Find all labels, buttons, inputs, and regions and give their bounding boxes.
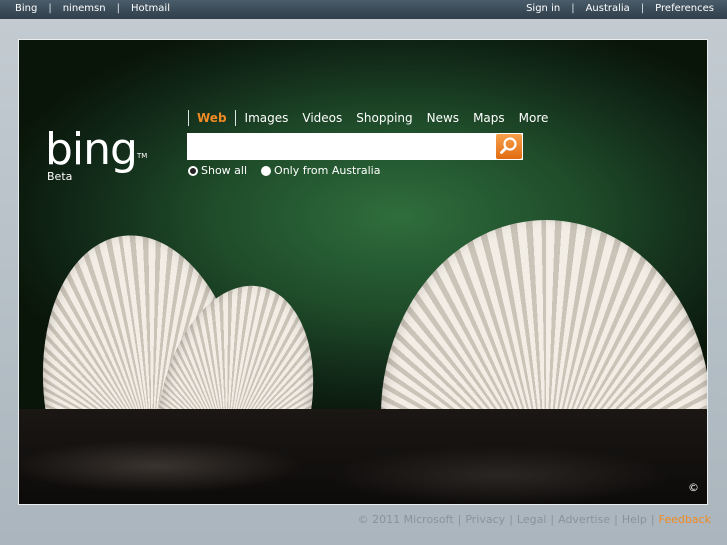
separator: | xyxy=(640,3,645,14)
separator: | xyxy=(614,513,618,526)
search-nav: Web Images Videos Shopping News Maps Mor… xyxy=(188,110,562,126)
ninemsn-link[interactable]: ninemsn xyxy=(63,3,106,14)
radio-show-all[interactable]: Show all xyxy=(188,164,247,177)
separator: | xyxy=(650,513,655,526)
top-left-links: Bing | ninemsn | Hotmail xyxy=(15,3,170,14)
tab-news[interactable]: News xyxy=(427,111,459,125)
feedback-link[interactable]: Feedback xyxy=(659,513,711,526)
trademark: TM xyxy=(136,152,148,160)
image-credit-icon[interactable]: © xyxy=(688,481,699,494)
separator: | xyxy=(116,3,120,14)
privacy-link[interactable]: Privacy xyxy=(465,513,505,526)
legal-link[interactable]: Legal xyxy=(517,513,546,526)
search-button[interactable] xyxy=(496,134,522,159)
separator: | xyxy=(48,3,52,14)
radio-label: Only from Australia xyxy=(274,164,381,177)
bing-link[interactable]: Bing xyxy=(15,3,37,14)
sign-in-link[interactable]: Sign in xyxy=(526,3,560,14)
australia-link[interactable]: Australia xyxy=(586,3,630,14)
search-scope: Show all Only from Australia xyxy=(188,164,394,177)
separator: | xyxy=(457,513,462,526)
tab-web[interactable]: Web xyxy=(197,111,227,125)
radio-only-australia[interactable]: Only from Australia xyxy=(261,164,380,177)
radio-label: Show all xyxy=(201,164,248,177)
nav-divider xyxy=(234,110,236,126)
tab-shopping[interactable]: Shopping xyxy=(356,111,412,125)
top-right-links: Sign in | Australia | Preferences xyxy=(526,3,714,14)
tab-maps[interactable]: Maps xyxy=(473,111,505,125)
search-input[interactable] xyxy=(187,133,492,160)
tab-images[interactable]: Images xyxy=(245,111,289,125)
tab-more[interactable]: More xyxy=(519,111,549,125)
copyright-text: © 2011 Microsoft xyxy=(357,513,454,526)
separator: | xyxy=(509,513,513,526)
hotmail-link[interactable]: Hotmail xyxy=(131,3,170,14)
background-image: © xyxy=(18,39,708,505)
footer: © 2011 Microsoft | Privacy | Legal | Adv… xyxy=(358,513,711,526)
search-box xyxy=(187,133,523,160)
top-bar: Bing | ninemsn | Hotmail Sign in | Austr… xyxy=(0,0,727,19)
separator: | xyxy=(550,513,555,526)
beta-label: Beta xyxy=(47,170,73,183)
search-icon xyxy=(500,137,517,154)
separator: | xyxy=(571,3,575,14)
bing-logo: bingTM xyxy=(45,128,147,172)
radio-dot[interactable] xyxy=(188,165,198,176)
help-link[interactable]: Help xyxy=(622,513,647,526)
nav-divider xyxy=(188,110,189,126)
advertise-link[interactable]: Advertise xyxy=(558,513,610,526)
tab-videos[interactable]: Videos xyxy=(302,111,342,125)
preferences-link[interactable]: Preferences xyxy=(655,3,714,14)
radio-dot[interactable] xyxy=(261,165,272,176)
logo-text: bing xyxy=(45,124,138,175)
forest-floor xyxy=(19,409,707,504)
